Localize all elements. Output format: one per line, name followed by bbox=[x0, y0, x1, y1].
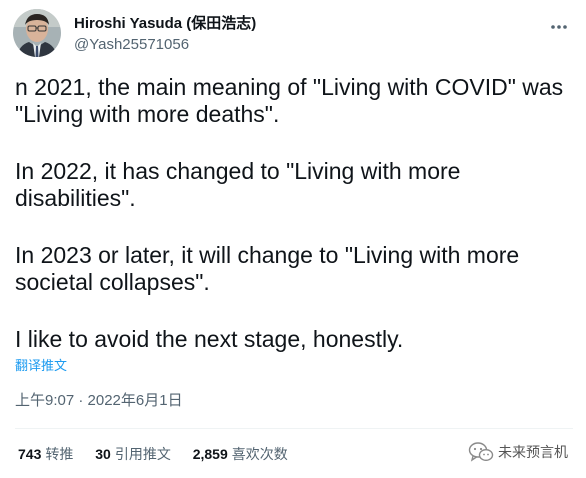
avatar-image bbox=[13, 9, 61, 57]
tweet-paragraph: I like to avoid the next stage, honestly… bbox=[15, 326, 404, 352]
watermark-text: 未来预言机 bbox=[498, 444, 568, 460]
retweets-label: 转推 bbox=[45, 446, 74, 462]
translate-tweet-link[interactable]: 翻译推文 bbox=[15, 358, 67, 374]
avatar[interactable] bbox=[13, 9, 61, 57]
quotes-label: 引用推文 bbox=[114, 446, 171, 462]
likes-stat[interactable]: 2,859 喜欢次数 bbox=[193, 445, 288, 463]
tweet-paragraph: In 2022, it has changed to "Living with … bbox=[15, 158, 461, 211]
author-display-name[interactable]: Hiroshi Yasuda (保田浩志) bbox=[74, 14, 256, 34]
author-handle[interactable]: @Yash25571056 bbox=[74, 35, 256, 55]
tweet-text: n 2021, the main meaning of "Living with… bbox=[15, 74, 575, 353]
quotes-stat[interactable]: 30 引用推文 bbox=[95, 445, 171, 463]
wechat-icon bbox=[468, 442, 494, 462]
quotes-count: 30 bbox=[95, 446, 111, 462]
tweet-author: Hiroshi Yasuda (保田浩志) @Yash25571056 bbox=[74, 14, 256, 55]
likes-label: 喜欢次数 bbox=[231, 446, 288, 462]
more-options-button[interactable] bbox=[544, 12, 574, 42]
likes-count: 2,859 bbox=[192, 446, 228, 462]
retweets-stat[interactable]: 743 转推 bbox=[18, 445, 73, 463]
tweet-paragraph: n 2021, the main meaning of "Living with… bbox=[15, 74, 564, 127]
more-dots-icon bbox=[551, 25, 567, 29]
tweet-paragraph: In 2023 or later, it will change to "Liv… bbox=[15, 242, 520, 295]
tweet-timestamp[interactable]: 上午9:07 · 2022年6月1日 bbox=[15, 392, 183, 410]
divider bbox=[15, 428, 573, 429]
tweet-stats: 743 转推 30 引用推文 2,859 喜欢次数 bbox=[18, 445, 306, 463]
retweets-count: 743 bbox=[18, 446, 42, 462]
watermark: 未来预言机 bbox=[468, 441, 568, 463]
